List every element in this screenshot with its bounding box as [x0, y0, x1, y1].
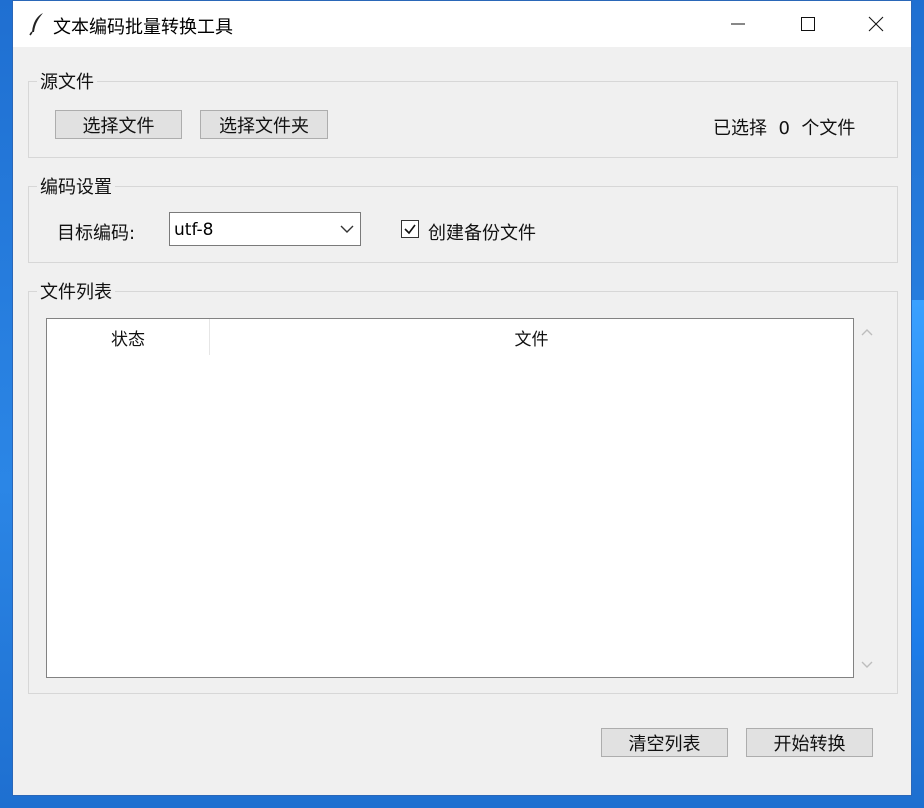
minimize-button[interactable]: [705, 1, 771, 47]
close-button[interactable]: [843, 1, 909, 47]
select-files-button[interactable]: 选择文件: [55, 110, 182, 139]
file-list-table[interactable]: 状态 文件: [46, 318, 854, 678]
column-header-status[interactable]: 状态: [47, 319, 210, 355]
minimize-icon: [731, 23, 745, 25]
scroll-down-icon[interactable]: [860, 660, 874, 670]
clear-list-button[interactable]: 清空列表: [601, 728, 728, 757]
feather-icon: [29, 13, 43, 36]
source-group-label: 源文件: [37, 68, 97, 94]
column-header-file[interactable]: 文件: [210, 319, 853, 355]
backup-checkbox-label[interactable]: 创建备份文件: [428, 219, 536, 245]
target-encoding-select[interactable]: utf-8: [169, 212, 361, 246]
checkmark-icon: [404, 224, 416, 235]
title-bar[interactable]: 文本编码批量转换工具: [13, 1, 911, 47]
start-convert-button[interactable]: 开始转换: [746, 728, 873, 757]
selected-count-text: 已选择 0 个文件: [713, 118, 856, 139]
scroll-up-icon[interactable]: [860, 327, 874, 337]
target-encoding-value: utf-8: [174, 220, 214, 240]
desktop-background: [912, 300, 924, 660]
maximize-button[interactable]: [775, 1, 841, 47]
maximize-icon: [801, 17, 815, 31]
backup-checkbox[interactable]: [401, 220, 419, 238]
chevron-down-icon[interactable]: [340, 223, 354, 235]
target-encoding-label: 目标编码:: [57, 223, 136, 244]
select-folder-button[interactable]: 选择文件夹: [200, 110, 328, 139]
encoding-group-label: 编码设置: [37, 173, 115, 199]
app-window: 文本编码批量转换工具 源文件 选择文件 选择文件夹 已选择 0 个文件 编码设置…: [12, 0, 912, 796]
file-list-group-label: 文件列表: [37, 278, 115, 304]
close-icon: [868, 16, 884, 32]
window-title: 文本编码批量转换工具: [53, 17, 233, 38]
